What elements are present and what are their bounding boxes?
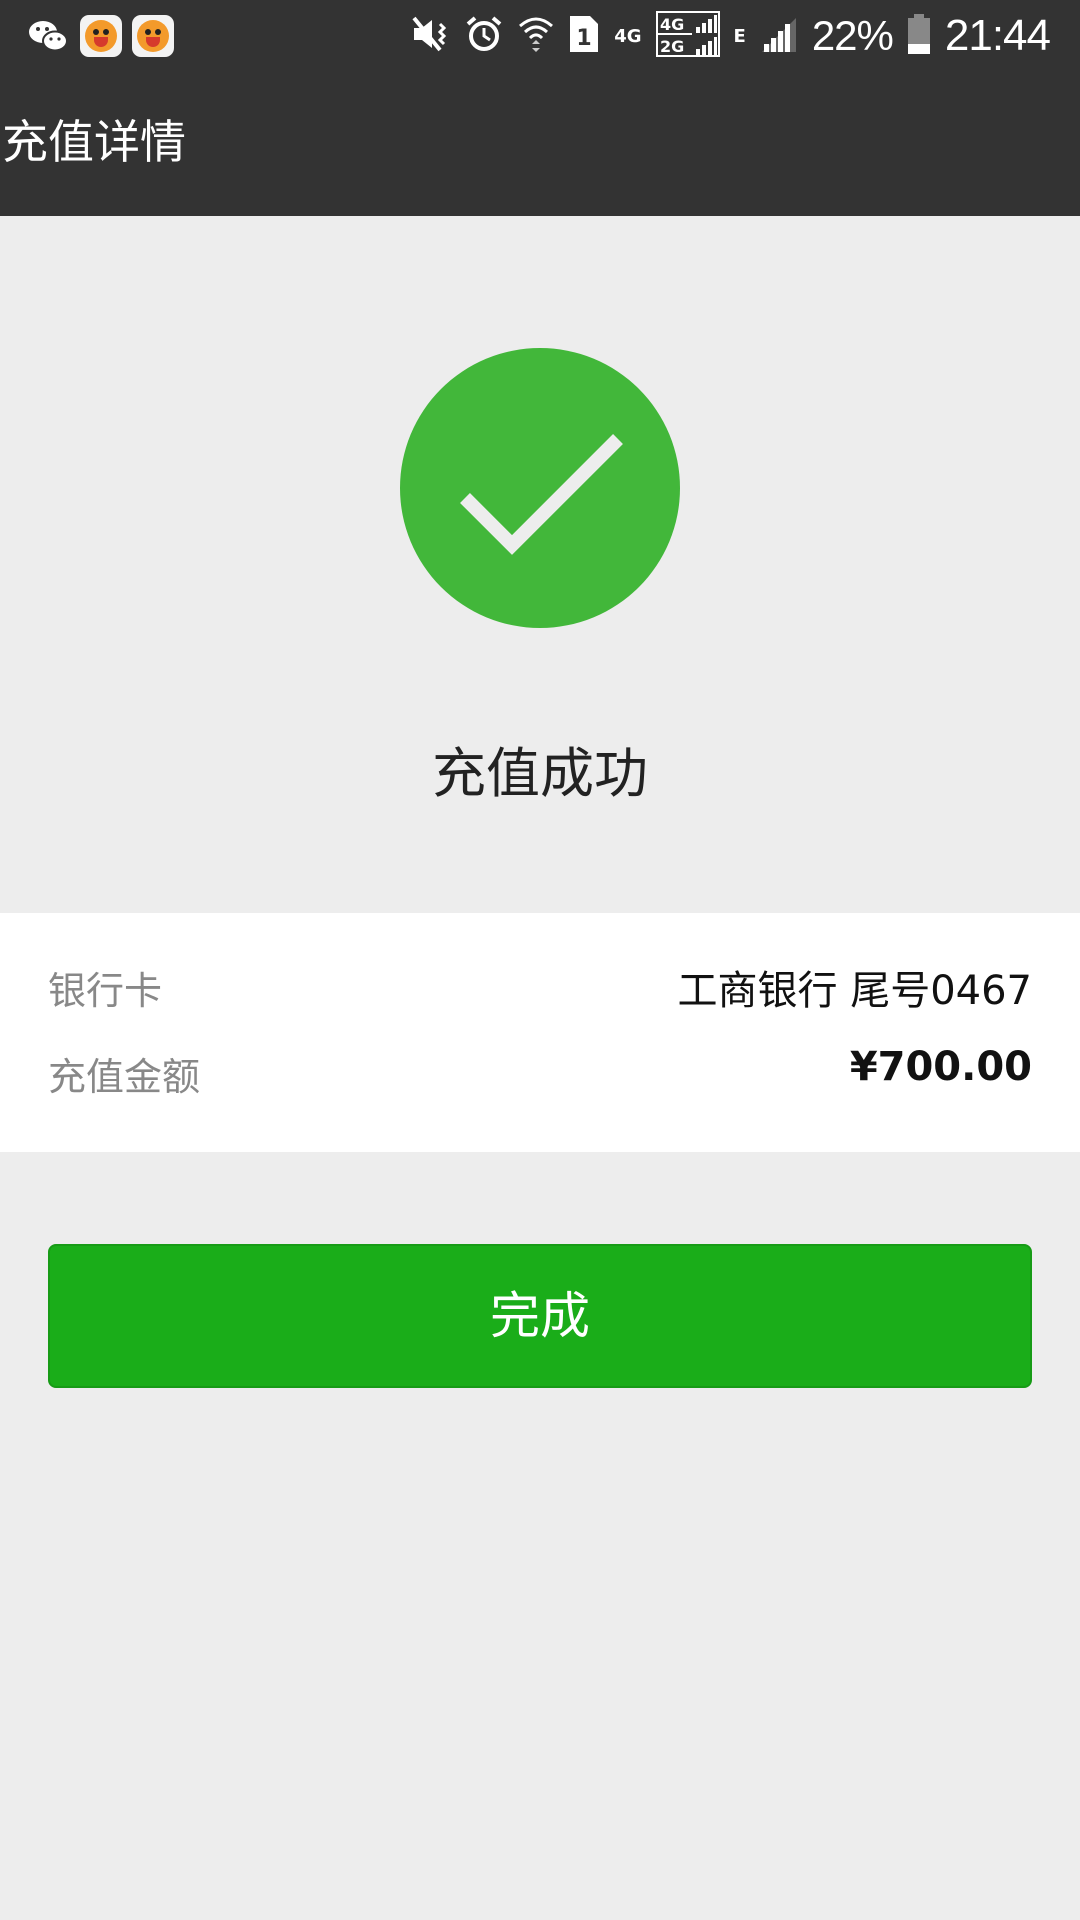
amount-label: 充值金额 bbox=[48, 1055, 201, 1099]
wechat-icon bbox=[26, 14, 70, 58]
battery-percent: 22% bbox=[811, 12, 894, 59]
mute-vibrate-icon bbox=[410, 14, 450, 58]
sim-slot-number: 1 bbox=[577, 26, 592, 51]
success-message: 充值成功 bbox=[432, 742, 648, 805]
done-button[interactable]: 完成 bbox=[48, 1244, 1032, 1388]
network-4g-sub: 4G bbox=[660, 15, 684, 34]
tiger-app-icon bbox=[132, 15, 174, 57]
amount-row: 充值金额 ¥700.00 bbox=[48, 1044, 1032, 1107]
sim-card-icon: 1 bbox=[568, 14, 600, 58]
bank-card-label: 银行卡 bbox=[48, 969, 163, 1013]
alarm-icon bbox=[464, 14, 504, 58]
network-e-label: E bbox=[733, 25, 746, 47]
bank-card-value: 工商银行 尾号0467 bbox=[677, 968, 1032, 1014]
bank-card-row: 银行卡 工商银行 尾号0467 bbox=[48, 961, 1032, 1021]
notification-icons bbox=[26, 14, 174, 58]
recharge-detail-card: 银行卡 工商银行 尾号0467 充值金额 ¥700.00 bbox=[0, 913, 1080, 1152]
amount-value: ¥700.00 bbox=[849, 1044, 1032, 1090]
clock: 21:44 bbox=[944, 11, 1051, 60]
network-4g-label: 4G bbox=[614, 25, 642, 47]
wifi-icon bbox=[518, 14, 554, 58]
network-2g-sub: 2G bbox=[660, 37, 684, 56]
battery-icon bbox=[907, 13, 931, 59]
tiger-app-icon bbox=[80, 15, 122, 57]
title-bar: 充值详情 bbox=[0, 72, 1080, 216]
signal-strength-icon bbox=[760, 14, 798, 58]
system-status: 1 4G 4G 2G E 22% 21:44 bbox=[410, 10, 1051, 62]
page-title: 充值详情 bbox=[2, 115, 186, 169]
dual-network-icon: 4G 2G bbox=[655, 11, 720, 61]
status-bar: 1 4G 4G 2G E 22% 21:44 bbox=[0, 0, 1080, 72]
check-circle-icon bbox=[400, 348, 680, 628]
